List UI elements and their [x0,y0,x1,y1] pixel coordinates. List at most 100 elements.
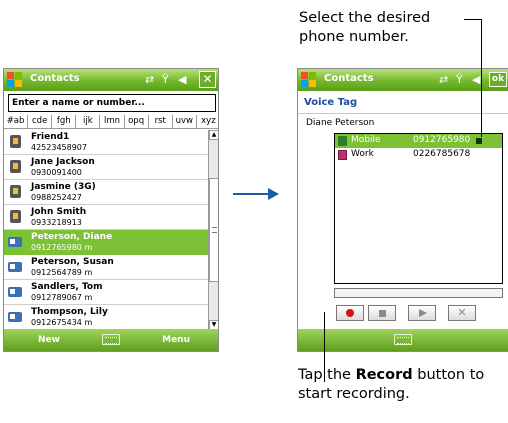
contact-row[interactable]: Jasmine (3G) 0988252427 [4,180,208,205]
contact-name: Peterson, Susan [31,257,114,267]
ok-button[interactable]: ok [489,72,507,87]
contact-row-selected[interactable]: Peterson, Diane 0912765980 m [4,230,208,255]
contact-card-icon [8,262,22,272]
contact-list: Friend1 42523458907 Jane Jackson 0930091… [4,130,208,330]
contact-name: Sandlers, Tom [31,282,103,292]
number-row[interactable]: Work 0226785678 [335,148,502,162]
callout-select-number: Select the desired phone number. [299,9,479,47]
menu-softkey[interactable]: Menu [162,335,190,345]
app-title: Contacts [324,73,374,84]
record-icon [346,309,354,317]
number-value: 0226785678 [413,149,471,159]
play-button[interactable] [408,305,436,321]
callout-text: start recording. [298,386,410,402]
mobile-phone-icon [338,136,347,146]
start-menu-icon[interactable] [301,72,317,88]
title-bar: Contacts ⇄ Ÿ ◀ ok [298,69,508,91]
sim-card-icon [10,210,21,223]
phone-number-list: Mobile 0912765980 Work 0226785678 [334,133,503,284]
alpha-tab[interactable]: uvw [173,115,197,128]
contact-row[interactable]: Friend1 42523458907 [4,130,208,155]
voice-tag-marker-icon [476,138,482,144]
delete-icon: ✕ [457,306,467,319]
alpha-tab[interactable]: ijk [76,115,101,128]
callout-tap-record: Tap the Record button to start recording… [298,366,508,404]
contact-row[interactable]: Jane Jackson 0930091400 [4,155,208,180]
signal-icon[interactable]: Ÿ [162,73,169,87]
leader-line [324,312,325,382]
contact-number: 0912789067 m [31,293,93,302]
scrollbar[interactable]: ▲ ▼ [208,130,218,330]
alpha-tab[interactable]: fgh [52,115,77,128]
number-label: Work [351,149,374,159]
contact-name: Peterson, Diane [31,232,113,242]
scroll-thumb[interactable] [209,178,218,282]
softkey-bar [298,329,508,351]
alpha-tab[interactable]: xyz [197,115,218,128]
contact-row[interactable]: John Smith 0933218913 [4,205,208,230]
contact-number: 0912765980 m [31,243,93,252]
leader-line [464,19,482,20]
volume-icon[interactable]: ◀ [178,73,186,87]
scroll-up-arrow-icon[interactable]: ▲ [209,130,218,140]
start-menu-icon[interactable] [7,72,23,88]
callout-text-post: button to [412,367,485,383]
contact-number: 42523458907 [31,143,87,152]
connectivity-icon[interactable]: ⇄ [439,73,448,87]
search-input[interactable]: Enter a name or number... [8,94,216,112]
arrow-right-icon [268,188,279,200]
contact-name: John Smith [31,207,87,217]
close-button[interactable]: ✕ [199,71,216,88]
callout-text: Select the desired [299,10,431,26]
flow-arrow-line [233,193,270,195]
contact-row[interactable]: Thompson, Lily 0912675434 m [4,305,208,330]
stop-button[interactable] [368,305,396,321]
contact-row[interactable]: Sandlers, Tom 0912789067 m [4,280,208,305]
sim-card-icon [10,185,21,198]
recording-progress-bar [334,288,503,298]
contact-name: Friend1 [31,132,70,142]
volume-icon[interactable]: ◀ [472,73,480,87]
sim-card-icon [10,160,21,173]
app-title: Contacts [30,73,80,84]
title-bar: Contacts ⇄ Ÿ ◀ ✕ [4,69,218,91]
alphabet-tabs: #ab cde fgh ijk lmn opq rst uvw xyz [4,115,218,129]
contact-name: Thompson, Lily [31,307,108,317]
alpha-tab[interactable]: #ab [4,115,29,128]
keyboard-icon[interactable] [394,334,412,345]
record-button[interactable] [336,305,364,321]
contact-number: 0933218913 [31,218,82,227]
contact-number: 0988252427 [31,193,82,202]
new-softkey[interactable]: New [38,335,60,345]
leader-line [481,19,482,137]
contact-name: Jane Jackson [31,157,95,167]
contact-name: Jasmine (3G) [31,182,96,192]
number-label: Mobile [351,135,381,145]
signal-icon[interactable]: Ÿ [456,73,463,87]
page-title: Voice Tag [304,97,358,108]
sim-card-icon [10,135,21,148]
voice-tag-screen: Contacts ⇄ Ÿ ◀ ok Voice Tag Diane Peters… [297,68,508,352]
contact-number: 0930091400 [31,168,82,177]
delete-button[interactable]: ✕ [448,305,476,321]
connectivity-icon[interactable]: ⇄ [145,73,154,87]
contact-row[interactable]: Peterson, Susan 0912564789 m [4,255,208,280]
contact-number: 0912564789 m [31,268,93,277]
alpha-tab[interactable]: rst [149,115,173,128]
keyboard-icon[interactable] [102,334,120,345]
work-phone-icon [338,150,347,160]
divider [298,113,508,114]
number-value: 0912765980 [413,135,471,145]
alpha-tab[interactable]: opq [125,115,149,128]
contact-card-icon [8,312,22,322]
contact-card-icon [8,237,22,247]
softkey-bar: New Menu [4,329,218,351]
number-row-selected[interactable]: Mobile 0912765980 [335,134,502,148]
callout-text-bold: Record [355,367,413,383]
contact-number: 0912675434 m [31,318,93,327]
stop-icon [379,310,386,317]
alpha-tab[interactable]: lmn [100,115,125,128]
alpha-tab[interactable]: cde [28,115,53,128]
callout-text: phone number. [299,29,409,45]
play-icon [419,309,427,317]
